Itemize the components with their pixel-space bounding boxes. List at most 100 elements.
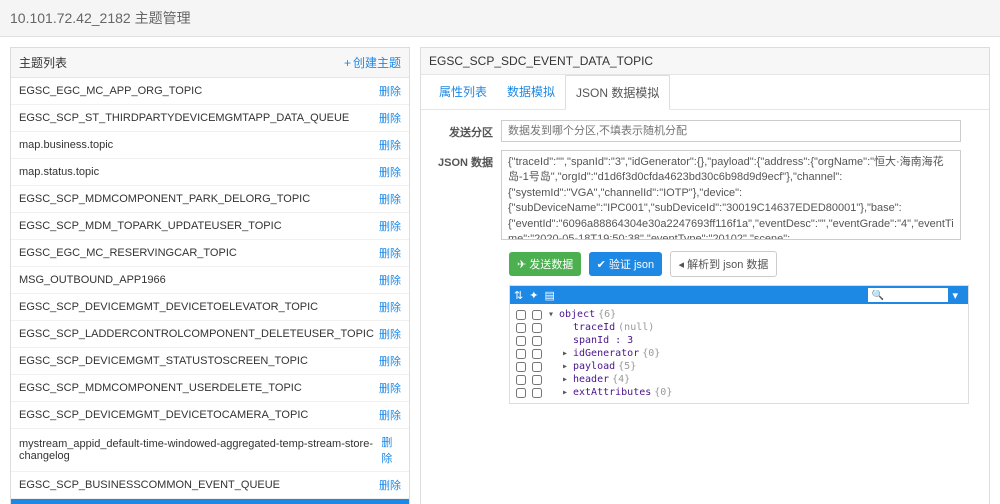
- delete-button[interactable]: 删除: [379, 137, 401, 153]
- tree-checkbox-2[interactable]: [532, 323, 542, 333]
- partition-label: 发送分区: [431, 120, 501, 142]
- topic-name: EGSC_SCP_DEVICEMGMT_DEVICETOELEVATOR_TOP…: [19, 301, 318, 313]
- partition-input[interactable]: [501, 120, 961, 142]
- parse-button[interactable]: ◂ 解析到 json 数据: [670, 251, 778, 277]
- create-topic-button[interactable]: +创建主题: [344, 54, 401, 71]
- caret-right-icon[interactable]: ▸: [562, 374, 570, 385]
- page-header: 10.101.72.42_2182 主题管理: [0, 0, 1000, 37]
- tree-checkbox-2[interactable]: [532, 362, 542, 372]
- tree-checkbox-2[interactable]: [532, 310, 542, 320]
- delete-button[interactable]: 删除: [379, 245, 401, 261]
- json-tree-line[interactable]: ▸idGenerator{0}: [516, 347, 962, 360]
- caret-down-icon[interactable]: ▾: [548, 309, 556, 320]
- topic-row[interactable]: map.business.topic 删除: [11, 132, 409, 159]
- topic-name: EGSC_SCP_BUSINESSCOMMON_EVENT_QUEUE: [19, 479, 280, 491]
- json-tree-line[interactable]: ▾object{6}: [516, 308, 962, 321]
- topic-row[interactable]: map.status.topic 删除: [11, 159, 409, 186]
- topic-row[interactable]: EGSC_EGC_MC_APP_ORG_TOPIC 删除: [11, 78, 409, 105]
- json-meta: {0}: [642, 348, 660, 359]
- filter-icon[interactable]: ▾: [952, 289, 958, 302]
- caret-right-icon[interactable]: ▸: [562, 348, 570, 359]
- json-key: object: [559, 309, 595, 320]
- expand-icon[interactable]: ✦: [529, 289, 538, 302]
- tab-json-mock[interactable]: JSON 数据模拟: [565, 75, 670, 110]
- tree-checkbox[interactable]: [516, 310, 526, 320]
- json-key: payload: [573, 361, 615, 372]
- tab-data-mock[interactable]: 数据模拟: [497, 75, 565, 109]
- tree-checkbox-2[interactable]: [532, 388, 542, 398]
- page-title: 10.101.72.42_2182 主题管理: [10, 10, 191, 26]
- topic-name: EGSC_EGC_MC_APP_ORG_TOPIC: [19, 85, 202, 97]
- tab-attributes[interactable]: 属性列表: [429, 75, 497, 109]
- delete-button[interactable]: 删除: [379, 299, 401, 315]
- json-key: traceId: [573, 322, 615, 333]
- topic-row[interactable]: EGSC_EGC_MC_RESERVINGCAR_TOPIC删除: [11, 240, 409, 267]
- topic-row[interactable]: EGSC_SCP_MDMCOMPONENT_USERDELETE_TOPIC 删除: [11, 375, 409, 402]
- caret-right-icon[interactable]: ▸: [562, 387, 570, 398]
- topic-row[interactable]: EGSC_SCP_MDMCOMPONENT_PARK_DELORG_TOPIC 删…: [11, 186, 409, 213]
- json-key: spanId : 3: [573, 335, 633, 346]
- collapse-icon[interactable]: ⇅: [514, 289, 523, 302]
- delete-button[interactable]: 删除: [379, 272, 401, 288]
- json-label: JSON 数据: [431, 150, 501, 243]
- topic-row[interactable]: EGSC_SCP_LADDERCONTROLCOMPONENT_DELETEUS…: [11, 321, 409, 348]
- json-search-input[interactable]: [868, 288, 948, 302]
- topic-name: EGSC_SCP_DEVICEMGMT_DEVICETOCAMERA_TOPIC: [19, 409, 308, 421]
- topic-row[interactable]: EGSC_SCP_MDM_TOPARK_UPDATEUSER_TOPIC 删除: [11, 213, 409, 240]
- delete-button[interactable]: 删除: [379, 83, 401, 99]
- delete-button[interactable]: 删除: [381, 434, 401, 466]
- topic-list-panel: 主题列表 +创建主题 EGSC_EGC_MC_APP_ORG_TOPIC删除EG…: [10, 47, 410, 504]
- validate-button[interactable]: ✔ 验证 json: [589, 252, 663, 276]
- topic-row[interactable]: MSG_OUTBOUND_APP1966 删除: [11, 267, 409, 294]
- topic-name: MSG_OUTBOUND_APP1966: [19, 274, 166, 286]
- json-meta: {6}: [598, 309, 616, 320]
- tree-checkbox[interactable]: [516, 349, 526, 359]
- topic-row[interactable]: EGSC_SCP_BUSINESSCOMMON_EVENT_QUEUE 删除: [11, 472, 409, 499]
- topic-name: EGSC_SCP_DEVICEMGMT_STATUSTOSCREEN_TOPIC: [19, 355, 308, 367]
- json-tree-line[interactable]: ▸payload{5}: [516, 360, 962, 373]
- detail-panel: EGSC_SCP_SDC_EVENT_DATA_TOPIC 属性列表 数据模拟 …: [420, 47, 990, 504]
- tree-checkbox-2[interactable]: [532, 349, 542, 359]
- delete-button[interactable]: 删除: [379, 218, 401, 234]
- topic-name: EGSC_SCP_MDMCOMPONENT_PARK_DELORG_TOPIC: [19, 193, 310, 205]
- json-key: idGenerator: [573, 348, 639, 359]
- sort-icon[interactable]: ▤: [544, 289, 554, 302]
- topic-row[interactable]: EGSC_SCP_ST_THIRDPARTYDEVICEMGMTAPP_DATA…: [11, 105, 409, 132]
- topic-name: EGSC_SCP_MDMCOMPONENT_USERDELETE_TOPIC: [19, 382, 302, 394]
- topic-name: map.business.topic: [19, 139, 113, 151]
- json-tree-line[interactable]: ▸header{4}: [516, 373, 962, 386]
- json-tree-line[interactable]: spanId : 3: [516, 334, 962, 347]
- json-meta: {4}: [612, 374, 630, 385]
- tree-checkbox-2[interactable]: [532, 375, 542, 385]
- topic-row[interactable]: EGSC_SCP_SDC_EVENT_DATA_TOPIC删除: [11, 499, 409, 504]
- topic-row[interactable]: mystream_appid_default-time-windowed-agg…: [11, 429, 409, 472]
- send-icon: ✈: [517, 259, 529, 271]
- json-tree-line[interactable]: ▸extAttributes{0}: [516, 386, 962, 399]
- delete-button[interactable]: 删除: [379, 407, 401, 423]
- topic-list: EGSC_EGC_MC_APP_ORG_TOPIC删除EGSC_SCP_ST_T…: [11, 78, 409, 504]
- tree-checkbox-2[interactable]: [532, 336, 542, 346]
- delete-button[interactable]: 删除: [379, 326, 401, 342]
- tree-checkbox[interactable]: [516, 388, 526, 398]
- json-tree-viewer: ⇅ ✦ ▤ ▾ ▾object{6}traceId(null)spanId : …: [509, 285, 969, 404]
- topic-name: map.status.topic: [19, 166, 99, 178]
- delete-button[interactable]: 删除: [379, 353, 401, 369]
- topic-row[interactable]: EGSC_SCP_DEVICEMGMT_STATUSTOSCREEN_TOPIC…: [11, 348, 409, 375]
- json-textarea[interactable]: [501, 150, 961, 240]
- tree-checkbox[interactable]: [516, 323, 526, 333]
- caret-right-icon[interactable]: ▸: [562, 361, 570, 372]
- topic-row[interactable]: EGSC_SCP_DEVICEMGMT_DEVICETOELEVATOR_TOP…: [11, 294, 409, 321]
- send-button[interactable]: ✈ 发送数据: [509, 252, 581, 276]
- delete-button[interactable]: 删除: [379, 380, 401, 396]
- tree-checkbox[interactable]: [516, 362, 526, 372]
- plus-icon: +: [344, 56, 351, 70]
- tree-checkbox[interactable]: [516, 375, 526, 385]
- delete-button[interactable]: 删除: [379, 191, 401, 207]
- delete-button[interactable]: 删除: [379, 164, 401, 180]
- delete-button[interactable]: 删除: [379, 110, 401, 126]
- topic-name: EGSC_SCP_MDM_TOPARK_UPDATEUSER_TOPIC: [19, 220, 282, 232]
- delete-button[interactable]: 删除: [379, 477, 401, 493]
- topic-row[interactable]: EGSC_SCP_DEVICEMGMT_DEVICETOCAMERA_TOPIC…: [11, 402, 409, 429]
- tree-checkbox[interactable]: [516, 336, 526, 346]
- json-tree-line[interactable]: traceId(null): [516, 321, 962, 334]
